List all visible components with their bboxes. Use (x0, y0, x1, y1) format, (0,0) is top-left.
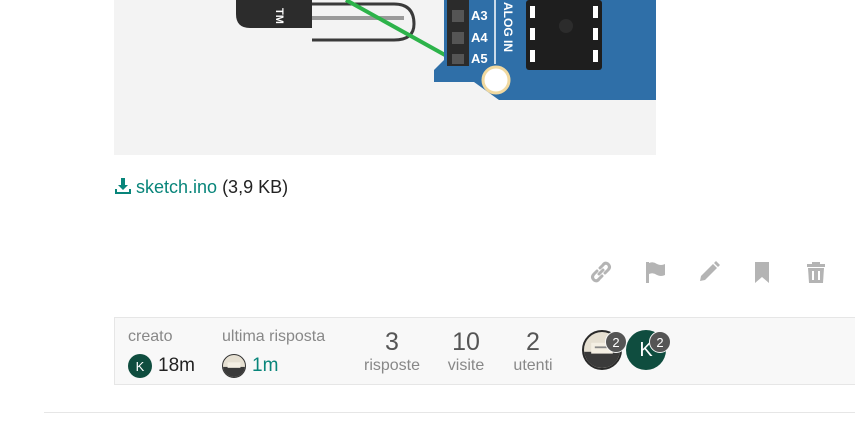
green-wire (345, 0, 455, 62)
participant-count-badge: 2 (605, 331, 627, 353)
replies-count: 3 (385, 328, 399, 356)
circuit-diagram: TM A3 A4 A5 ALOG IN (236, 0, 656, 100)
avatar: K (128, 354, 152, 378)
views-label: visite (447, 357, 485, 374)
last-reply-time: 1m (252, 355, 279, 376)
last-reply-label: ultima risposta (222, 328, 326, 345)
created-value: K 18m (128, 354, 195, 378)
views-stat: 10 visite (442, 328, 490, 376)
last-reply-value: 1m (222, 354, 278, 378)
users-stat: 2 utenti (509, 328, 557, 376)
attachment-filename: sketch.ino (136, 177, 218, 197)
pin (452, 10, 464, 22)
users-count: 2 (526, 328, 540, 356)
mounting-hole (481, 65, 511, 95)
attachment-link[interactable]: sketch.ino (114, 177, 217, 197)
bookmark-button[interactable] (747, 258, 777, 286)
chip-pin (593, 6, 598, 18)
header-label: ALOG IN (501, 2, 515, 52)
replies-stat: 3 risposte (361, 328, 423, 376)
chip-pin (530, 28, 535, 40)
download-icon (114, 177, 132, 200)
created-time: 18m (158, 355, 195, 376)
avatar (222, 354, 246, 378)
chip (526, 0, 602, 70)
component-label: TM (273, 8, 285, 24)
chip-pin (593, 50, 598, 62)
attachment: sketch.ino (3,9 KB) (114, 176, 288, 200)
chip-dot (559, 19, 573, 33)
pin-label-a5: A5 (471, 51, 488, 66)
copy-link-button[interactable] (586, 258, 616, 286)
views-count: 10 (452, 328, 480, 356)
pin-label-a3: A3 (471, 8, 488, 23)
flag-button[interactable] (640, 258, 670, 286)
participant-count-badge: 2 (649, 331, 671, 353)
replies-label: risposte (363, 357, 421, 374)
link-icon (591, 261, 611, 283)
delete-button[interactable] (801, 258, 831, 286)
edit-button[interactable] (694, 258, 724, 286)
chip-pin (530, 50, 535, 62)
topic-map: creato K 18m ultima risposta 1m 3 rispos… (114, 317, 855, 385)
users-label: utenti (513, 357, 553, 374)
pin (452, 54, 464, 64)
divider (44, 412, 855, 413)
pencil-icon (700, 261, 720, 281)
circuit-image[interactable]: TM A3 A4 A5 ALOG IN (114, 0, 656, 155)
chip-pin (530, 6, 535, 18)
flag-icon (646, 262, 665, 283)
created-label: creato (128, 328, 173, 345)
attachment-size: (3,9 KB) (222, 177, 289, 197)
trash-icon (807, 262, 825, 283)
bookmark-icon (755, 262, 769, 283)
post-actions (586, 258, 830, 286)
pin-label-a4: A4 (471, 30, 488, 45)
chip-pin (593, 28, 598, 40)
pin (452, 32, 464, 44)
